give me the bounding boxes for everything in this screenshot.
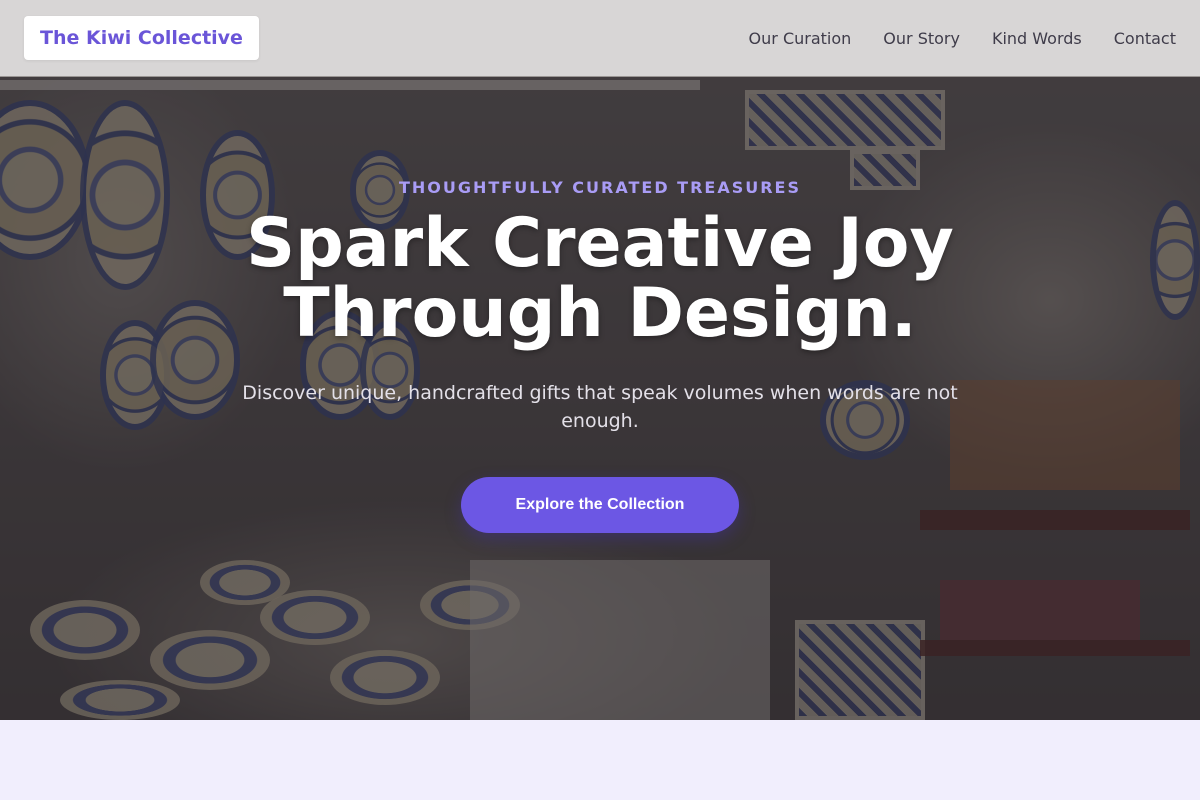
hero-content: THOUGHTFULLY CURATED TREASURES Spark Cre… xyxy=(0,178,1200,533)
nav-link-kind-words[interactable]: Kind Words xyxy=(992,29,1082,48)
page: THOUGHTFULLY CURATED TREASURES Spark Cre… xyxy=(0,0,1200,800)
next-section xyxy=(0,720,1200,800)
hero-eyebrow: THOUGHTFULLY CURATED TREASURES xyxy=(398,178,802,197)
brand-logo[interactable]: The Kiwi Collective xyxy=(24,16,259,60)
hero-headline: Spark Creative Joy Through Design. xyxy=(246,204,954,353)
nav-links: Our Curation Our Story Kind Words Contac… xyxy=(749,29,1176,48)
hero-section: THOUGHTFULLY CURATED TREASURES Spark Cre… xyxy=(0,0,1200,720)
nav-link-contact[interactable]: Contact xyxy=(1114,29,1176,48)
nav-link-our-curation[interactable]: Our Curation xyxy=(749,29,852,48)
top-navbar: The Kiwi Collective Our Curation Our Sto… xyxy=(0,0,1200,77)
hero-subtext: Discover unique, handcrafted gifts that … xyxy=(242,382,958,432)
nav-link-our-story[interactable]: Our Story xyxy=(883,29,960,48)
explore-collection-button[interactable]: Explore the Collection xyxy=(461,477,739,533)
